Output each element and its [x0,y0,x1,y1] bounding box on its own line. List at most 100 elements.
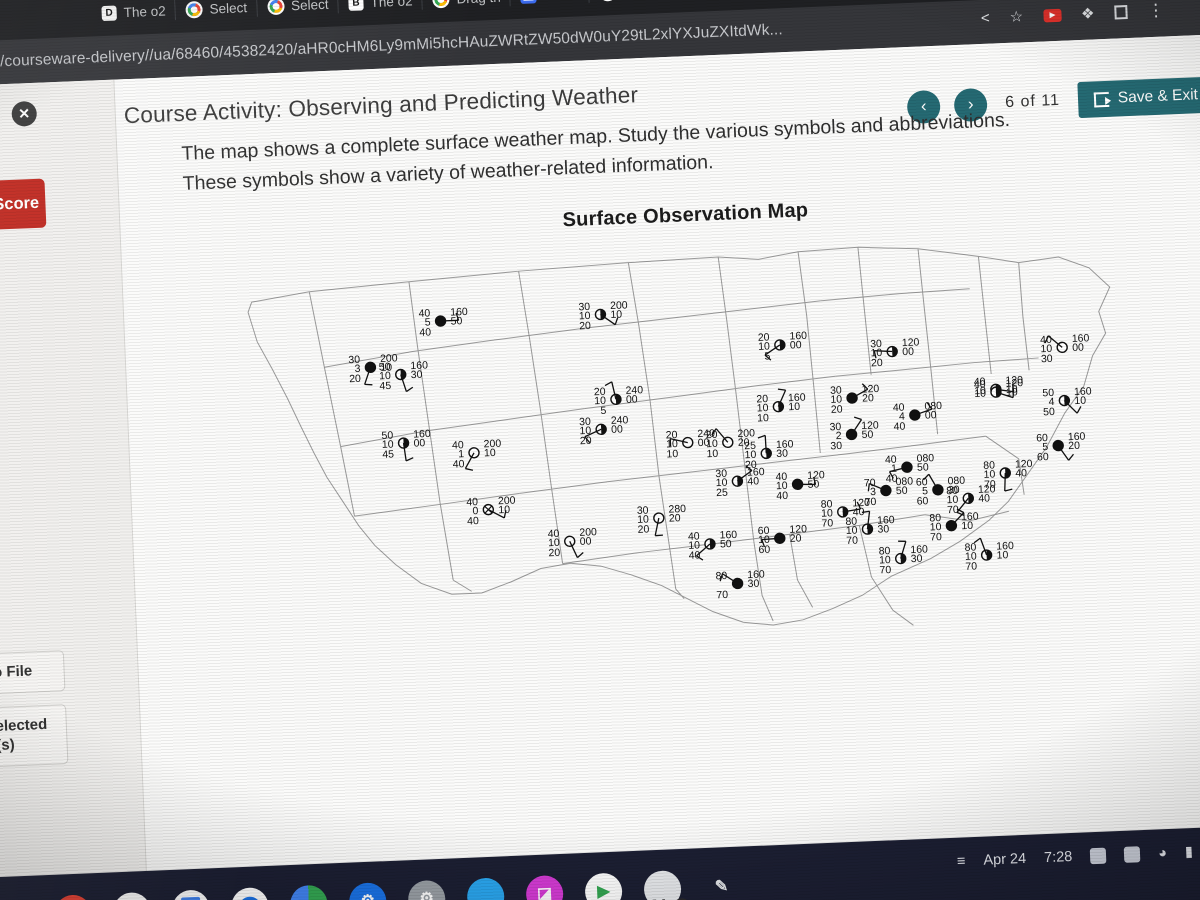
browser-tab[interactable]: Select [175,0,258,27]
star-icon[interactable]: ☆ [1009,7,1023,26]
svg-text:70: 70 [947,504,959,516]
photos-app-icon[interactable]: ◪ [525,874,564,900]
svg-text:10: 10 [1074,395,1086,407]
google-icon [432,0,450,8]
meet-app-icon[interactable] [289,884,329,900]
play-store-app-icon[interactable]: ▶ [584,871,623,900]
browser-tab[interactable]: D The o2 [91,0,176,30]
svg-text:50: 50 [807,478,819,490]
svg-text:70: 70 [930,531,942,543]
tray-list-icon[interactable]: ≡ [957,853,966,869]
tray-time[interactable]: 7:28 [1044,849,1073,866]
svg-text:50: 50 [861,429,873,441]
settings-app-icon[interactable]: ⚙ [348,881,388,900]
svg-text:20: 20 [580,435,592,447]
svg-text:20: 20 [579,320,591,332]
svg-text:20: 20 [548,547,560,559]
svg-text:45: 45 [379,380,391,392]
close-icon[interactable]: ✕ [11,100,38,127]
station-model: 40 16010 5040 [688,529,738,562]
download-icon[interactable] [1123,846,1141,863]
tray-date[interactable]: Apr 24 [983,851,1026,869]
svg-text:60: 60 [916,495,928,507]
doc-icon: D [101,4,117,21]
svg-text:30: 30 [910,553,922,565]
tab-label: The o2 [370,0,413,10]
svg-text:10: 10 [788,401,800,413]
docs-app-icon[interactable] [171,888,211,900]
station-model: 50 16010 0045 [381,428,431,462]
svg-text:70: 70 [821,517,833,529]
share-icon[interactable]: < [981,9,990,26]
battery-icon[interactable]: ▮ [1185,844,1194,860]
svg-text:10: 10 [961,520,973,532]
svg-text:20: 20 [871,357,883,369]
station-model: 40 12010 5040 [775,469,825,502]
svg-text:20: 20 [349,373,361,385]
b-icon: B [348,0,364,11]
station-model: 60 12010 2060 [758,523,808,556]
save-and-exit-button[interactable]: Save & Exit [1077,76,1200,119]
wifi-icon[interactable]: ◕ [1158,845,1167,861]
youtube-icon[interactable] [1042,8,1062,22]
browser-tab[interactable]: Select [256,0,339,24]
station-model: 30 12010 2020 [830,383,880,416]
station-model: 30 16010 4025 [715,465,765,499]
svg-text:20: 20 [831,403,843,415]
svg-text:30: 30 [877,523,889,535]
svg-text:10: 10 [757,412,769,424]
svg-text:70: 70 [965,560,977,572]
svg-text:50: 50 [450,315,462,327]
station-model: 30 2003 1020 [348,352,398,386]
svg-text:00: 00 [902,346,914,358]
svg-text:80: 80 [715,570,727,582]
svg-text:40: 40 [747,475,759,487]
svg-text:60: 60 [1037,451,1049,463]
svg-text:5: 5 [764,350,770,362]
station-model: 40 1605 5040 [418,306,468,339]
svg-text:50: 50 [917,461,929,473]
gmail-app-icon[interactable]: M [112,891,152,900]
map-svg: 40 1605 504030 20010 102050 16010 304530 2003 10… [247,246,1111,626]
svg-text:00: 00 [413,437,425,449]
files-app-icon[interactable] [466,876,505,900]
kebab-menu-icon[interactable]: ⋮ [1147,0,1165,20]
svg-text:40: 40 [978,492,990,504]
svg-text:10: 10 [974,388,986,400]
svg-text:40: 40 [419,326,431,338]
save-and-exit-label: Save & Exit [1117,86,1199,107]
browser-tab-active[interactable]: Unit 2 [510,0,590,13]
browser-tab[interactable]: Drag th [422,0,512,17]
tab-label: Select [290,0,329,13]
activity-content: Course Activity: Observing and Predictin… [114,33,1200,900]
browser-tab[interactable]: New T [673,0,757,7]
chrome-app-icon[interactable] [53,893,93,900]
svg-text:00: 00 [611,423,623,435]
page-viewport: ✕ Submit For Score s Comments n Audio Fi… [0,33,1200,900]
station-model: 20 24010 005 [594,381,644,417]
station-model: 80 1603070 [715,568,765,601]
system-settings-app-icon[interactable]: ⚙ [407,879,446,900]
tab-label: The o2 [123,2,166,20]
record-audio-file-button[interactable]: n Audio File [0,650,66,698]
station-model: 20 16010 1010 [756,388,806,425]
book-icon[interactable] [1089,847,1107,865]
google-icon [185,0,203,19]
svg-text:10: 10 [380,361,392,373]
browser-tab[interactable]: Q Ecolog [588,0,675,10]
delete-selected-files-button[interactable]: Delete Selected File(s) [0,704,69,770]
station-model: 40 0804 0040 [893,400,943,433]
exit-icon [1093,91,1110,107]
browser-tab[interactable]: B The o2 [338,0,423,20]
quizlet-icon: Q [598,0,617,2]
station-model: 30 28010 2020 [637,503,686,537]
svg-text:20: 20 [1068,440,1080,452]
profile-icon[interactable] [1114,5,1128,20]
svg-text:10: 10 [498,504,510,516]
svg-text:10: 10 [666,448,678,460]
svg-text:70: 70 [716,589,728,601]
messages-app-icon[interactable] [230,886,270,900]
svg-text:30: 30 [411,369,423,381]
extensions-icon[interactable]: ❖ [1081,4,1095,23]
submit-for-score-button[interactable]: Submit For Score [0,178,47,234]
